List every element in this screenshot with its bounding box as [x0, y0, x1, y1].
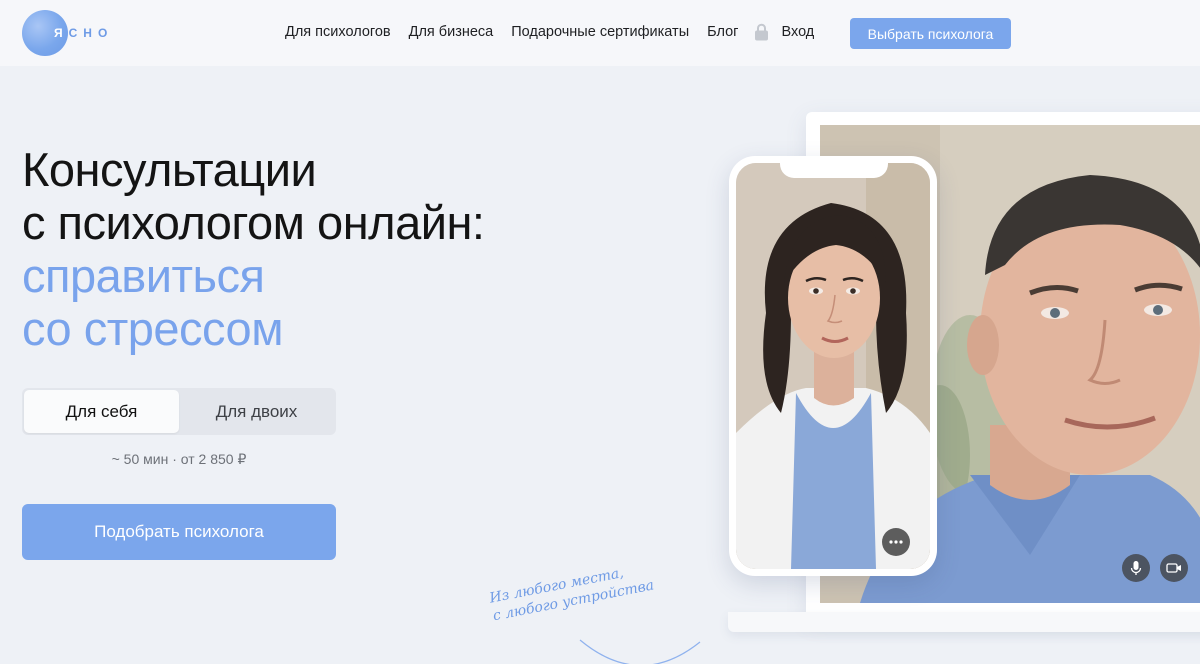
toggle-option-couple[interactable]: Для двоих — [179, 390, 334, 433]
hero-accent-line2: со стрессом — [22, 302, 284, 355]
lock-icon — [755, 23, 769, 41]
microphone-icon — [1130, 561, 1142, 575]
microphone-button[interactable] — [1122, 554, 1150, 582]
video-call-woman — [736, 163, 930, 569]
find-psychologist-button[interactable]: Подобрать психолога — [22, 504, 336, 560]
laptop-base — [728, 612, 1200, 632]
nav-link-psychologists[interactable]: Для психологов — [285, 24, 391, 40]
camera-button[interactable] — [1160, 554, 1188, 582]
hero-accent-line1: справиться — [22, 249, 265, 302]
logo-text[interactable]: ЯСНО — [54, 26, 113, 40]
login-link[interactable]: Вход — [781, 24, 814, 40]
woman-illustration — [736, 163, 930, 569]
choose-psychologist-button[interactable]: Выбрать психолога — [850, 18, 1011, 49]
hero-title-line2: с психологом онлайн: — [22, 196, 485, 249]
hero-title-line1: Консультации — [22, 143, 317, 196]
handwritten-note: Из любого места, с любого устройства — [488, 558, 662, 626]
nav-link-blog[interactable]: Блог — [707, 24, 738, 40]
nav-link-business[interactable]: Для бизнеса — [409, 24, 494, 40]
session-meta: ~ 50 мин · от 2 850 ₽ — [111, 451, 247, 467]
logo-rest: СНО — [68, 26, 114, 40]
header: ЯСНО Для психологов Для бизнеса Подарочн… — [0, 0, 1200, 66]
page: ЯСНО Для психологов Для бизнеса Подарочн… — [0, 0, 1200, 664]
nav-link-certificates[interactable]: Подарочные сертификаты — [511, 24, 689, 40]
phone-notch — [780, 156, 888, 178]
camera-icon — [1166, 563, 1181, 573]
more-icon — [889, 540, 903, 544]
main-nav: Для психологов Для бизнеса Подарочные се… — [285, 23, 832, 41]
hero-title: Консультации с психологом онлайн: справи… — [22, 143, 642, 355]
session-type-toggle: Для себя Для двоих — [22, 388, 336, 435]
logo-first-letter: Я — [54, 26, 69, 40]
more-options-button[interactable] — [882, 528, 910, 556]
decorative-arc — [579, 639, 701, 664]
toggle-option-self[interactable]: Для себя — [24, 390, 179, 433]
